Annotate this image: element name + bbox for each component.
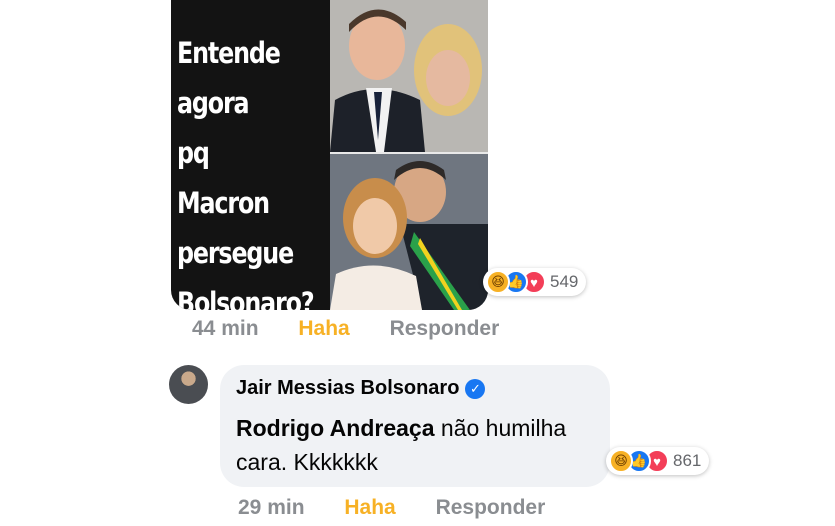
haha-icon: 😆	[486, 270, 510, 294]
post-reactions[interactable]: 😆 👍 ♥ 549	[483, 268, 587, 296]
reply-reactions[interactable]: 😆 👍 ♥ 861	[606, 447, 710, 475]
photo-bolsonaro-couple	[330, 154, 488, 310]
comment-bubble: Jair Messias Bolsonaro ✓ Rodrigo Andreaç…	[220, 365, 610, 487]
mention-link[interactable]: Rodrigo Andreaça	[236, 415, 435, 441]
reply-reply-button[interactable]: Responder	[436, 496, 546, 519]
post-meta-row: 44 min Haha Responder	[192, 317, 533, 341]
reply-haha-button[interactable]: Haha	[344, 496, 395, 519]
comment-author[interactable]: Jair Messias Bolsonaro ✓	[236, 377, 486, 400]
author-name[interactable]: Jair Messias Bolsonaro	[236, 377, 459, 400]
avatar[interactable]	[169, 365, 208, 404]
post-timestamp[interactable]: 44 min	[192, 317, 259, 340]
meme-caption: Entende agora pq Macron persegue Bolsona…	[177, 36, 315, 310]
meme-image[interactable]: Entende agora pq Macron persegue Bolsona…	[171, 0, 488, 310]
reply-meta-row: 29 min Haha Responder	[238, 496, 579, 520]
reaction-count: 861	[673, 451, 702, 470]
post-haha-button[interactable]: Haha	[298, 317, 349, 340]
reaction-count: 549	[550, 272, 579, 291]
post-reply-button[interactable]: Responder	[390, 317, 500, 340]
photo-macron-couple	[330, 0, 488, 152]
reply-timestamp[interactable]: 29 min	[238, 496, 305, 519]
haha-icon: 😆	[609, 449, 633, 473]
comment-text: Rodrigo Andreaça não humilha cara. Kkkkk…	[236, 411, 596, 479]
verified-badge-icon: ✓	[465, 378, 486, 399]
